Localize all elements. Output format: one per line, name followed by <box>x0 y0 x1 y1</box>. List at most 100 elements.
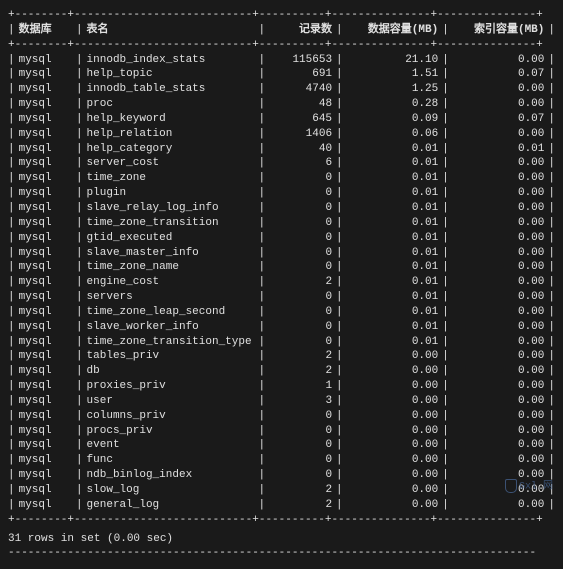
cell-records: 0 <box>265 409 336 424</box>
table-row: |mysql|procs_priv|0|0.00|0.00| <box>8 424 555 439</box>
pipe: | <box>548 201 555 216</box>
separator: +--------+---------------------------+--… <box>8 513 555 528</box>
pipe: | <box>259 364 266 379</box>
cell-db: mysql <box>15 424 76 439</box>
pipe: | <box>336 67 343 82</box>
cell-records: 记录数 <box>265 23 336 38</box>
pipe: | <box>259 335 266 350</box>
pipe: | <box>76 424 83 439</box>
cell-table: help_topic <box>83 67 259 82</box>
pipe: | <box>442 127 449 142</box>
cell-db: mysql <box>15 53 76 68</box>
cell-records: 4740 <box>265 82 336 97</box>
cell-data-mb: 0.00 <box>343 498 443 513</box>
cell-table: slow_log <box>83 483 259 498</box>
cell-data-mb: 数据容量(MB) <box>343 23 443 38</box>
table-row: |mysql|time_zone_name|0|0.01|0.00| <box>8 260 555 275</box>
cell-db: mysql <box>15 112 76 127</box>
pipe: | <box>259 246 266 261</box>
pipe: | <box>76 156 83 171</box>
pipe: | <box>8 67 15 82</box>
cell-data-mb: 0.06 <box>343 127 443 142</box>
cell-records: 115653 <box>265 53 336 68</box>
pipe: | <box>259 112 266 127</box>
cell-data-mb: 0.00 <box>343 364 443 379</box>
cell-table: slave_master_info <box>83 246 259 261</box>
pipe: | <box>548 142 555 157</box>
pipe: | <box>259 67 266 82</box>
cell-index-mb: 0.07 <box>449 112 549 127</box>
cell-index-mb: 0.00 <box>449 82 549 97</box>
cell-records: 3 <box>265 394 336 409</box>
pipe: | <box>548 171 555 186</box>
pipe: | <box>8 142 15 157</box>
pipe: | <box>336 335 343 350</box>
cell-index-mb: 0.00 <box>449 290 549 305</box>
pipe: | <box>76 216 83 231</box>
pipe: | <box>336 142 343 157</box>
pipe: | <box>76 275 83 290</box>
pipe: | <box>442 424 449 439</box>
table-row: |mysql|engine_cost|2|0.01|0.00| <box>8 275 555 290</box>
cell-records: 2 <box>265 483 336 498</box>
pipe: | <box>76 260 83 275</box>
table-row: |mysql|slow_log|2|0.00|0.00| <box>8 483 555 498</box>
cell-db: mysql <box>15 127 76 142</box>
pipe: | <box>548 186 555 201</box>
cell-table: func <box>83 453 259 468</box>
pipe: | <box>259 97 266 112</box>
pipe: | <box>259 394 266 409</box>
pipe: | <box>76 127 83 142</box>
pipe: | <box>8 483 15 498</box>
cell-index-mb: 0.00 <box>449 394 549 409</box>
shield-icon <box>505 479 517 493</box>
pipe: | <box>548 349 555 364</box>
pipe: | <box>259 290 266 305</box>
table-row: |mysql|time_zone_transition_type|0|0.01|… <box>8 335 555 350</box>
table-row: |mysql|innodb_table_stats|4740|1.25|0.00… <box>8 82 555 97</box>
pipe: | <box>259 483 266 498</box>
cell-db: mysql <box>15 335 76 350</box>
pipe: | <box>8 409 15 424</box>
pipe: | <box>76 364 83 379</box>
pipe: | <box>442 409 449 424</box>
pipe: | <box>548 216 555 231</box>
cell-table: columns_priv <box>83 409 259 424</box>
cell-data-mb: 0.01 <box>343 335 443 350</box>
pipe: | <box>442 246 449 261</box>
table-row: |mysql|server_cost|6|0.01|0.00| <box>8 156 555 171</box>
pipe: | <box>76 67 83 82</box>
pipe: | <box>76 171 83 186</box>
cell-data-mb: 21.10 <box>343 53 443 68</box>
cell-db: mysql <box>15 290 76 305</box>
cell-data-mb: 1.51 <box>343 67 443 82</box>
pipe: | <box>442 112 449 127</box>
pipe: | <box>8 112 15 127</box>
cell-table: time_zone <box>83 171 259 186</box>
cell-index-mb: 0.00 <box>449 438 549 453</box>
pipe: | <box>259 453 266 468</box>
pipe: | <box>259 260 266 275</box>
pipe: | <box>548 305 555 320</box>
pipe: | <box>548 260 555 275</box>
pipe: | <box>548 364 555 379</box>
pipe: | <box>76 23 83 38</box>
pipe: | <box>8 379 15 394</box>
pipe: | <box>442 142 449 157</box>
pipe: | <box>548 320 555 335</box>
pipe: | <box>259 127 266 142</box>
pipe: | <box>259 305 266 320</box>
pipe: | <box>548 438 555 453</box>
cell-records: 691 <box>265 67 336 82</box>
cell-table: server_cost <box>83 156 259 171</box>
pipe: | <box>8 290 15 305</box>
cell-index-mb: 0.00 <box>449 409 549 424</box>
pipe: | <box>442 186 449 201</box>
pipe: | <box>442 498 449 513</box>
cell-table: tables_priv <box>83 349 259 364</box>
cell-records: 2 <box>265 349 336 364</box>
table-header: |数据库|表名|记录数|数据容量(MB)|索引容量(MB)| <box>8 23 555 38</box>
pipe: | <box>8 97 15 112</box>
pipe: | <box>548 290 555 305</box>
cell-db: mysql <box>15 409 76 424</box>
